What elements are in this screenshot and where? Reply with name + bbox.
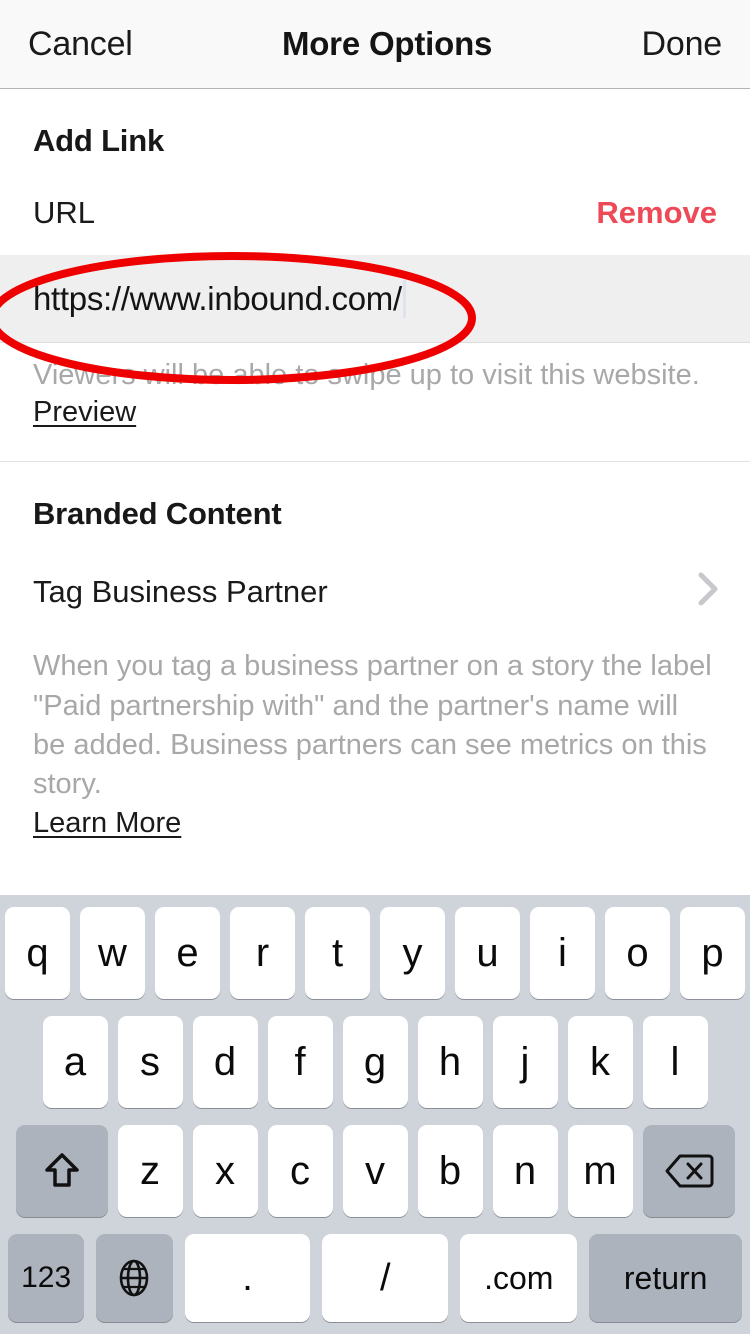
keyboard-row-2: a s d f g h j k l <box>0 1016 750 1108</box>
url-row: URL Remove <box>0 159 750 231</box>
key-p[interactable]: p <box>680 907 745 999</box>
key-x[interactable]: x <box>192 1125 258 1217</box>
key-h[interactable]: h <box>417 1016 483 1108</box>
done-button[interactable]: Done <box>642 25 723 64</box>
key-t[interactable]: t <box>305 907 370 999</box>
delete-key[interactable] <box>642 1125 735 1217</box>
dotcom-key[interactable]: .com <box>460 1234 578 1322</box>
navigation-bar: Cancel More Options Done <box>0 0 750 89</box>
delete-backspace-icon <box>664 1152 714 1190</box>
url-helper-text: Viewers will be able to swipe up to visi… <box>33 359 700 391</box>
tag-business-partner-row[interactable]: Tag Business Partner <box>0 532 750 611</box>
options-content: Add Link URL Remove https://www.inbound.… <box>0 89 750 895</box>
url-label: URL <box>33 195 96 230</box>
globe-key[interactable] <box>96 1234 173 1322</box>
branded-content-section-title: Branded Content <box>33 496 282 532</box>
text-caret <box>402 279 406 318</box>
key-w[interactable]: w <box>80 907 145 999</box>
on-screen-keyboard: q w e r t y u i o p a s d f g h j k l z … <box>0 895 750 1334</box>
keyboard-row-4: 123 . / .com return <box>0 1234 750 1322</box>
key-z[interactable]: z <box>117 1125 183 1217</box>
key-y[interactable]: y <box>380 907 445 999</box>
chevron-right-icon <box>698 572 720 611</box>
key-s[interactable]: s <box>117 1016 183 1108</box>
key-o[interactable]: o <box>605 907 670 999</box>
key-f[interactable]: f <box>267 1016 333 1108</box>
key-u[interactable]: u <box>455 907 520 999</box>
key-v[interactable]: v <box>342 1125 408 1217</box>
url-input-value: https://www.inbound.com/ <box>33 279 402 317</box>
more-options-screen: Cancel More Options Done Add Link URL Re… <box>0 0 750 1334</box>
key-g[interactable]: g <box>342 1016 408 1108</box>
return-key[interactable]: return <box>589 1234 742 1322</box>
globe-icon <box>113 1257 155 1299</box>
key-c[interactable]: c <box>267 1125 333 1217</box>
key-m[interactable]: m <box>567 1125 633 1217</box>
key-l[interactable]: l <box>642 1016 708 1108</box>
preview-link[interactable]: Preview <box>33 396 136 429</box>
learn-more-link[interactable]: Learn More <box>33 807 181 840</box>
key-a[interactable]: a <box>42 1016 108 1108</box>
keyboard-row-3: z x c v b n m <box>0 1125 750 1217</box>
key-e[interactable]: e <box>155 907 220 999</box>
key-k[interactable]: k <box>567 1016 633 1108</box>
shift-icon <box>40 1149 84 1193</box>
tag-business-partner-label: Tag Business Partner <box>33 573 328 609</box>
shift-key[interactable] <box>15 1125 108 1217</box>
numeric-key[interactable]: 123 <box>8 1234 85 1322</box>
learn-more-wrap: Learn More <box>0 807 750 840</box>
slash-key[interactable]: / <box>322 1234 449 1322</box>
key-b[interactable]: b <box>417 1125 483 1217</box>
key-q[interactable]: q <box>5 907 70 999</box>
remove-button[interactable]: Remove <box>596 195 717 231</box>
key-n[interactable]: n <box>492 1125 558 1217</box>
branded-content-description: When you tag a business partner on a sto… <box>33 650 712 801</box>
key-d[interactable]: d <box>192 1016 258 1108</box>
key-j[interactable]: j <box>492 1016 558 1108</box>
page-title: More Options <box>281 25 493 62</box>
keyboard-row-1: q w e r t y u i o p <box>0 907 750 999</box>
url-input-field[interactable]: https://www.inbound.com/ <box>0 255 750 343</box>
key-r[interactable]: r <box>230 907 295 999</box>
period-key[interactable]: . <box>184 1234 311 1322</box>
preview-link-wrap: Preview <box>0 394 750 429</box>
key-i[interactable]: i <box>530 907 595 999</box>
cancel-button[interactable]: Cancel <box>28 25 133 64</box>
add-link-section-title: Add Link <box>33 123 164 158</box>
